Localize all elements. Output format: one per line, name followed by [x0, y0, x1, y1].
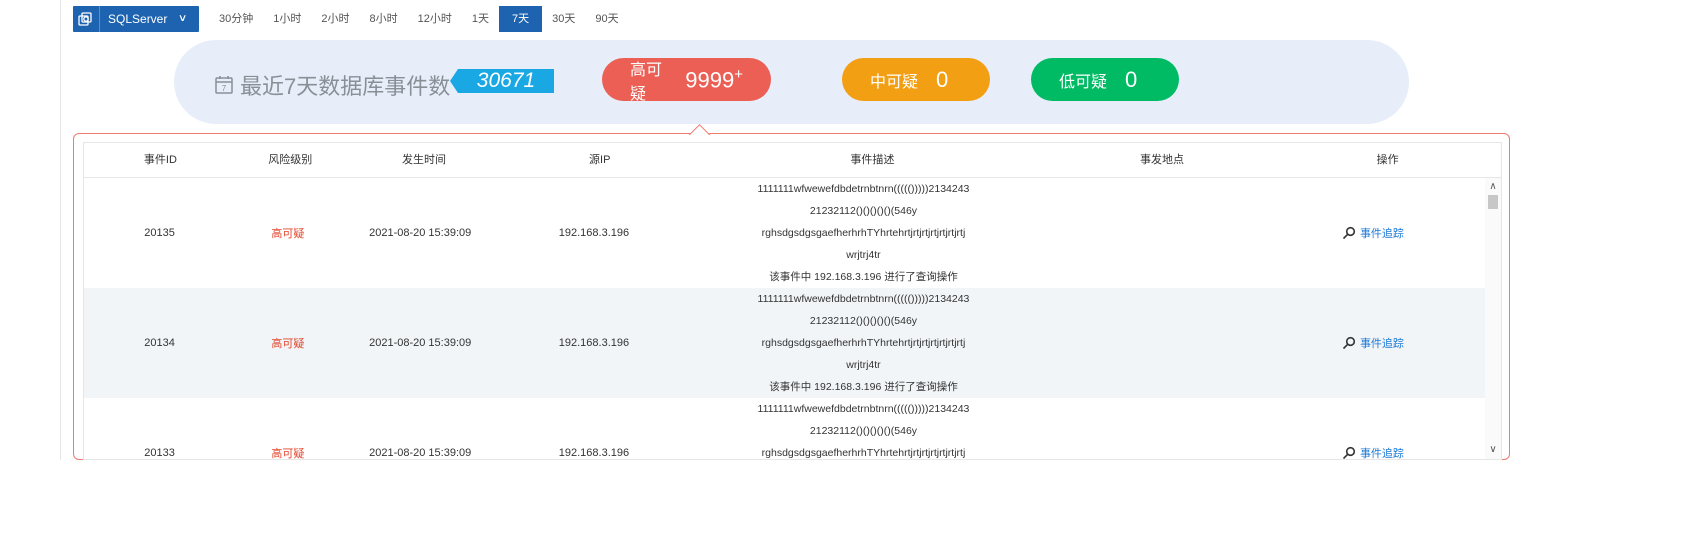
time-range-tab[interactable]: 1小时	[263, 6, 311, 32]
description-line: 21232112()()()()()(546y	[809, 315, 918, 327]
calendar-icon: 7	[215, 76, 233, 94]
description-line: 21232112()()()()()(546y	[809, 205, 918, 217]
source-ip-cell: 192.168.3.196	[558, 447, 630, 459]
high-risk-label: 高可疑	[630, 61, 663, 103]
description-line: wrjtrj4tr	[846, 359, 881, 371]
scroll-thumb[interactable]	[1488, 195, 1498, 209]
summary-title: 7 最近7天数据库事件数	[214, 69, 450, 101]
scroll-up-icon[interactable]: ∧	[1485, 180, 1501, 194]
search-icon	[1342, 446, 1356, 459]
trace-event-label: 事件追踪	[1359, 228, 1404, 240]
trace-event-label: 事件追踪	[1359, 338, 1404, 350]
summary-bar: 7 最近7天数据库事件数 30671 高可疑 9999+ 中可疑 0 低可疑 0	[174, 40, 1409, 124]
low-risk-label: 低可疑	[1059, 73, 1108, 91]
event-id-cell: 20135	[144, 227, 175, 239]
time-cell: 2021-08-20 15:39:09	[369, 337, 472, 349]
table-header: 事件ID 风险级别 发生时间 源IP 事件描述 事发地点 操作	[84, 143, 1501, 178]
description-line: rghsdgsdgsgaefherhrhTYhrtehrtjrtjrtjrtjr…	[761, 337, 966, 349]
high-risk-count-suffix: +	[734, 65, 743, 83]
search-icon	[1342, 336, 1356, 350]
time-cell: 2021-08-20 15:39:09	[369, 447, 472, 459]
database-icon	[73, 6, 100, 32]
search-icon	[1342, 226, 1356, 240]
description-cell: 1111111wfwewefdbdetrnbtnrn((((()))))2134…	[688, 178, 1039, 288]
event-id-cell: 20134	[144, 337, 175, 349]
time-cell: 2021-08-20 15:39:09	[369, 227, 472, 239]
description-line: 1111111wfwewefdbdetrnbtnrn((((()))))2134…	[757, 403, 970, 415]
table-row: 20134 高可疑 2021-08-20 15:39:09 192.168.3.196…	[84, 288, 1485, 398]
location-cell	[1039, 398, 1261, 459]
panel-pointer	[686, 119, 714, 135]
table-row: 20135 高可疑 2021-08-20 15:39:09 192.168.3.196…	[84, 178, 1485, 288]
time-range-tab[interactable]: 2小时	[311, 6, 359, 32]
location-cell	[1039, 288, 1261, 398]
col-header-description: 事件描述	[850, 154, 895, 166]
time-range-tab[interactable]: 8小时	[360, 6, 408, 32]
events-table: 事件ID 风险级别 发生时间 源IP 事件描述 事发地点 操作 20135 高可疑…	[83, 142, 1502, 460]
event-count: 30671	[458, 69, 554, 93]
location-cell	[1039, 178, 1261, 288]
event-id-cell: 20133	[144, 447, 175, 459]
time-range-tab[interactable]: 1天	[462, 6, 499, 32]
description-line: rghsdgsdgsgaefherhrhTYhrtehrtjrtjrtjrtjr…	[761, 227, 966, 239]
col-header-location: 事发地点	[1139, 154, 1184, 166]
col-header-id: 事件ID	[143, 154, 177, 166]
time-range-tab[interactable]: 30天	[542, 6, 585, 32]
description-line: 21232112()()()()()(546y	[809, 425, 918, 437]
summary-title-text: 最近7天数据库事件数	[240, 74, 451, 99]
time-range-tab[interactable]: 7天	[499, 6, 543, 32]
source-ip-cell: 192.168.3.196	[558, 337, 630, 349]
time-range-tab[interactable]: 90天	[585, 6, 628, 32]
low-risk-filter[interactable]: 低可疑 0	[1031, 58, 1179, 101]
time-range-tab[interactable]: 12小时	[408, 6, 462, 32]
col-header-time: 发生时间	[402, 154, 446, 166]
time-range-tabs: 30分钟 1小时 2小时 8小时 12小时 1天 7天 30天 90天	[209, 6, 629, 32]
time-range-tab[interactable]: 30分钟	[209, 6, 263, 32]
toolbar: SQLServer ∨ 30分钟 1小时 2小时 8小时 12小时 1天 7天 30天 90天	[73, 6, 629, 32]
col-header-action: 操作	[1376, 154, 1399, 166]
source-ip-cell: 192.168.3.196	[558, 227, 630, 239]
trace-event-link[interactable]: 事件追踪	[1261, 398, 1485, 459]
high-risk-count: 9999	[685, 67, 735, 93]
event-count-badge: 30671	[450, 69, 554, 93]
db-type-select[interactable]: SQLServer ∨	[73, 6, 199, 32]
table-row: 20133 高可疑 2021-08-20 15:39:09 192.168.3.196…	[84, 398, 1485, 459]
description-line: wrjtrj4tr	[846, 249, 881, 261]
chevron-down-icon: ∨	[178, 13, 188, 24]
mid-risk-label: 中可疑	[870, 73, 919, 91]
description-line: rghsdgsdgsgaefherhrhTYhrtehrtjrtjrtjrtjr…	[761, 447, 966, 459]
table-body: 20135 高可疑 2021-08-20 15:39:09 192.168.3.196…	[84, 178, 1485, 459]
risk-level-cell: 高可疑	[271, 338, 305, 350]
trace-event-link[interactable]: 事件追踪	[1261, 178, 1485, 288]
col-header-risk: 风险级别	[268, 154, 313, 166]
risk-level-cell: 高可疑	[271, 228, 305, 240]
col-header-source-ip: 源IP	[589, 154, 611, 166]
description-line: 该事件中 192.168.3.196 进行了查询操作	[769, 381, 958, 393]
low-risk-count: 0	[1125, 66, 1138, 92]
left-divider	[60, 0, 61, 460]
mid-risk-filter[interactable]: 中可疑 0	[842, 58, 990, 101]
trace-event-link[interactable]: 事件追踪	[1261, 288, 1485, 398]
trace-event-label: 事件追踪	[1359, 448, 1404, 459]
description-cell: 1111111wfwewefdbdetrnbtnrn((((()))))2134…	[688, 398, 1039, 459]
svg-text:7: 7	[222, 84, 227, 93]
scroll-down-icon[interactable]: ∨	[1485, 443, 1501, 457]
mid-risk-count: 0	[936, 66, 949, 92]
risk-level-cell: 高可疑	[271, 448, 305, 459]
events-panel: 事件ID 风险级别 发生时间 源IP 事件描述 事发地点 操作 20135 高可疑…	[73, 133, 1510, 460]
description-cell: 1111111wfwewefdbdetrnbtnrn((((()))))2134…	[688, 288, 1039, 398]
description-line: 1111111wfwewefdbdetrnbtnrn((((()))))2134…	[757, 293, 970, 305]
high-risk-filter[interactable]: 高可疑 9999+	[602, 58, 771, 103]
db-select-value: SQLServer	[108, 12, 168, 26]
description-line: 该事件中 192.168.3.196 进行了查询操作	[769, 271, 958, 283]
description-line: 1111111wfwewefdbdetrnbtnrn((((()))))2134…	[757, 183, 970, 195]
table-scrollbar[interactable]: ∧ ∨	[1485, 178, 1501, 459]
